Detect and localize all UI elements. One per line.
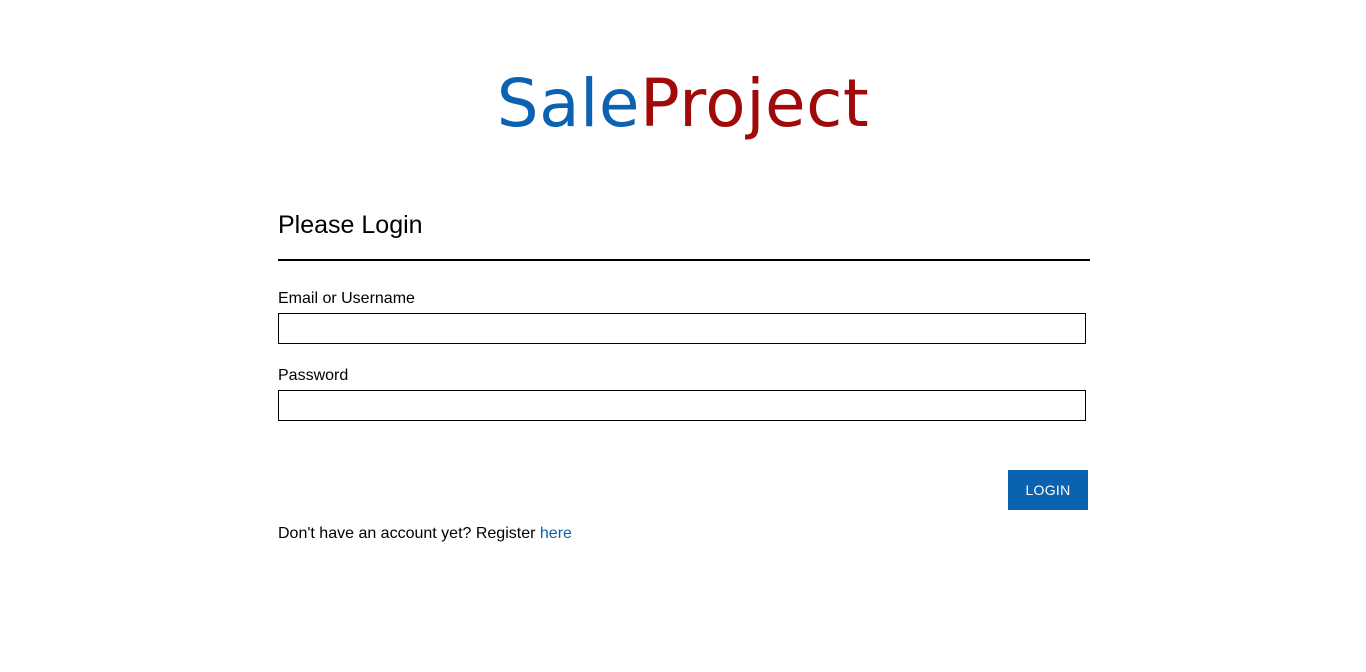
password-input[interactable] <box>278 390 1086 421</box>
username-field-group: Email or Username <box>278 289 1090 344</box>
register-prompt-text: Don't have an account yet? Register <box>278 525 536 542</box>
username-label: Email or Username <box>278 290 415 307</box>
login-form: Please Login Email or Username Password … <box>278 205 1090 545</box>
form-heading: Please Login <box>278 205 1090 261</box>
login-button[interactable]: LOGIN <box>1008 470 1088 510</box>
logo-text-project: Project <box>639 65 870 142</box>
username-input[interactable] <box>278 313 1086 344</box>
password-label: Password <box>278 367 349 384</box>
site-logo: SaleProject <box>0 64 1366 144</box>
register-prompt: Don't have an account yet? Register here <box>278 523 1090 545</box>
register-link[interactable]: here <box>540 525 572 542</box>
login-page: SaleProject Please Login Email or Userna… <box>0 0 1366 672</box>
password-field-group: Password <box>278 366 1090 421</box>
form-actions: LOGIN <box>278 470 1090 510</box>
logo-text-sale: Sale <box>496 65 640 142</box>
